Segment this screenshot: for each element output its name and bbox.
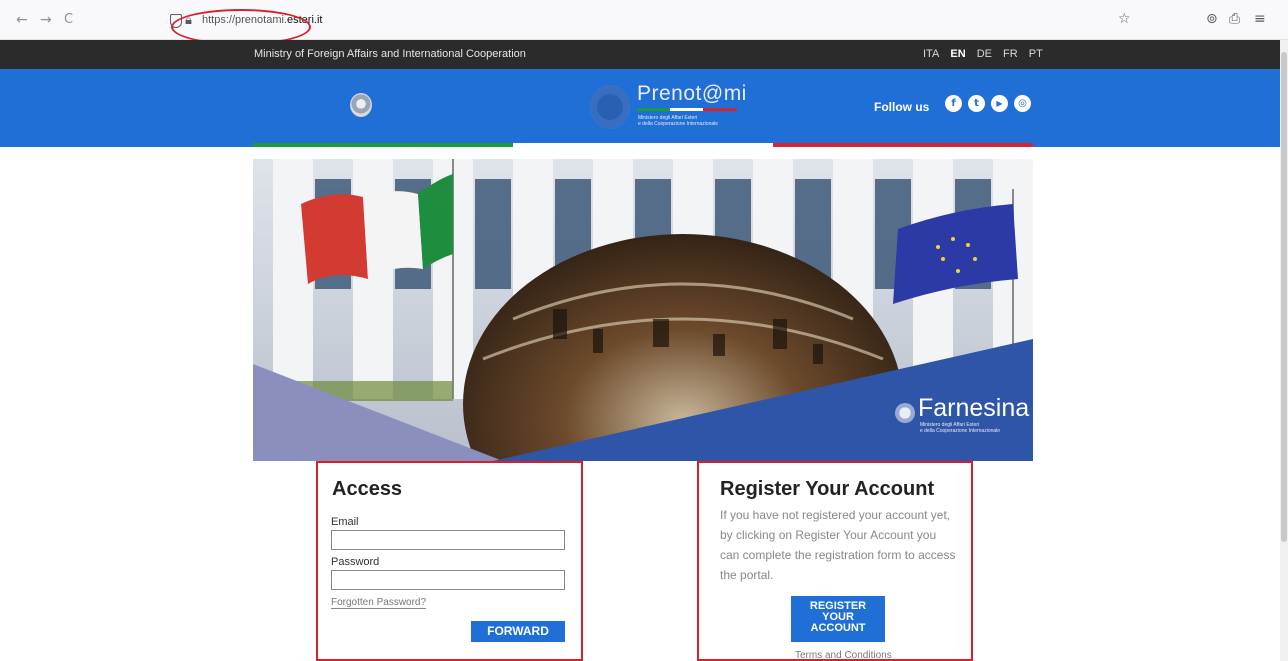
ministry-bar: Ministry of Foreign Affairs and Internat… — [0, 40, 1280, 69]
register-title: Register Your Account — [720, 478, 935, 500]
logo-tricolor — [637, 108, 737, 111]
register-description: If you have not registered your account … — [720, 508, 956, 582]
menu-icon[interactable]: ≡ — [1254, 11, 1266, 27]
follow-us-label: Follow us — [874, 100, 930, 114]
site-logo[interactable]: Prenot@mi — [637, 82, 747, 106]
tricolor-white — [513, 143, 773, 147]
lang-pt[interactable]: PT — [1029, 48, 1043, 60]
lang-fr[interactable]: FR — [1003, 48, 1018, 60]
language-switcher: ITA EN DE FR PT — [923, 48, 1051, 60]
lang-de[interactable]: DE — [977, 48, 992, 60]
youtube-icon[interactable]: ▶ — [991, 95, 1008, 112]
tricolor-red — [773, 143, 1033, 147]
terms-link[interactable]: Terms and Conditions — [795, 650, 892, 661]
password-label: Password — [331, 556, 380, 568]
logo-subtitle: Ministero degli Affari Esteri e della Co… — [638, 115, 718, 127]
facebook-icon[interactable]: f — [945, 95, 962, 112]
farnesina-subtitle: Ministero degli Affari Esteri e della Co… — [920, 422, 1000, 434]
forward-button[interactable]: FORWARD — [471, 621, 565, 642]
logo-emblem-icon — [590, 85, 630, 129]
farnesina-brand: Farnesina — [918, 394, 1030, 422]
hero-banner: Farnesina Ministero degli Affari Esteri … — [253, 159, 1033, 461]
forgot-password-link[interactable]: Forgotten Password? — [331, 597, 427, 609]
password-field[interactable] — [331, 570, 565, 590]
ministry-name: Ministry of Foreign Affairs and Internat… — [254, 48, 526, 60]
lang-ita[interactable]: ITA — [923, 48, 939, 60]
register-account-button[interactable]: REGISTER YOUR ACCOUNT — [791, 596, 885, 642]
forward-icon[interactable]: → — [40, 13, 52, 27]
republic-emblem-icon[interactable] — [350, 93, 372, 117]
access-title: Access — [332, 478, 403, 500]
scrollbar-thumb[interactable] — [1281, 52, 1287, 542]
back-icon[interactable]: ← — [16, 13, 28, 27]
email-field[interactable] — [331, 530, 565, 550]
lang-en[interactable]: EN — [950, 48, 965, 60]
reload-icon[interactable]: C — [64, 13, 73, 27]
share-icon[interactable]: ⎙ — [1229, 11, 1240, 27]
site-header: Prenot@mi Ministero degli Affari Esteri … — [0, 69, 1280, 147]
logo-subtitle-line-2: e della Cooperazione Internazionale — [638, 121, 719, 127]
instagram-icon[interactable]: ◎ — [1014, 95, 1031, 112]
farnesina-emblem-icon — [895, 403, 915, 423]
twitter-icon[interactable]: t — [968, 95, 985, 112]
star-icon[interactable]: ☆ — [1118, 11, 1131, 27]
farnesina-subtitle-line-2: e della Cooperazione Internazionale — [920, 428, 1001, 434]
email-label: Email — [331, 516, 359, 528]
pocket-icon[interactable]: ⊚ — [1206, 11, 1218, 27]
hero-illustration — [253, 159, 1033, 461]
tricolor-green — [253, 143, 513, 147]
